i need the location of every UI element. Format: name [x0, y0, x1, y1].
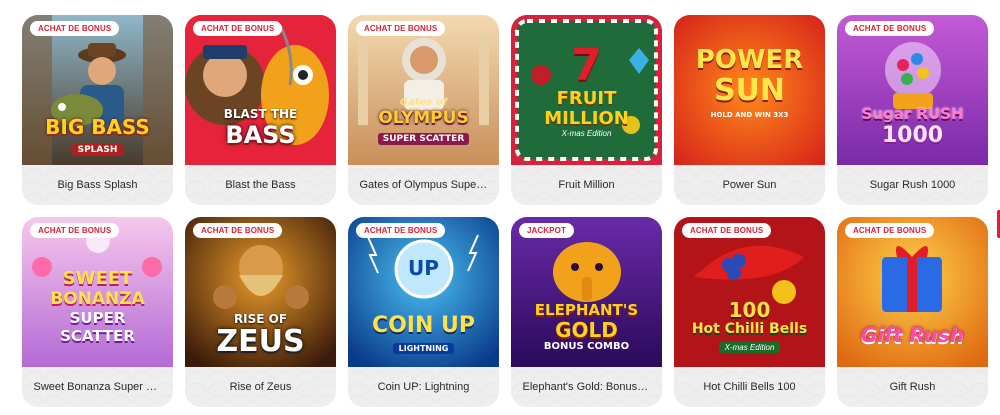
game-title[interactable]: Sugar Rush 1000	[837, 165, 988, 205]
game-title[interactable]: Gift Rush	[837, 367, 988, 407]
bonus-badge: ACHAT DE BONUS	[193, 223, 283, 238]
game-logo: ELEPHANT'S GOLD BONUS COMBO	[534, 301, 639, 352]
game-title[interactable]: Rise of Zeus	[185, 367, 336, 407]
bonus-badge: ACHAT DE BONUS	[682, 223, 772, 238]
game-logo: 100 Hot Chilli Bells X-mas Edition	[691, 298, 808, 353]
game-card-coin-up-lightning[interactable]: ACHAT DE BONUS UP COIN UP LIGHTNING Coin…	[348, 217, 499, 407]
game-logo: RISE OF ZEUS	[216, 312, 305, 359]
game-logo: Gift Rush	[860, 323, 965, 347]
game-logo: BLAST THE BASS	[223, 107, 298, 149]
bonus-badge: ACHAT DE BONUS	[845, 223, 935, 238]
game-card-gift-rush[interactable]: ACHAT DE BONUS Gift Rush Gift Rush	[837, 217, 988, 407]
game-title[interactable]: Fruit Million	[511, 165, 662, 205]
game-logo: SWEET BONANZA SUPER SCATTER	[50, 268, 145, 346]
game-card-gates-of-olympus-super-scatter[interactable]: ACHAT DE BONUS Gates of OLYMPUS SUPER SC…	[348, 15, 499, 205]
bonus-badge: ACHAT DE BONUS	[30, 21, 120, 36]
game-card-power-sun[interactable]: POWER SUN HOLD AND WIN 3X3 Power Sun	[674, 15, 825, 205]
game-title[interactable]: Hot Chilli Bells 100	[674, 367, 825, 407]
game-title[interactable]: Sweet Bonanza Super Scatter	[22, 367, 173, 407]
jackpot-badge: JACKPOT	[519, 223, 574, 238]
game-card-sugar-rush-1000[interactable]: ACHAT DE BONUS Sugar RUSH 1000 Sugar Rus…	[837, 15, 988, 205]
game-card-rise-of-zeus[interactable]: ACHAT DE BONUS RISE OF ZEUS Rise of Zeus	[185, 217, 336, 407]
bonus-badge: ACHAT DE BONUS	[845, 21, 935, 36]
game-logo: 7 FRUIT MILLION X-mas Edition	[544, 40, 629, 139]
game-title[interactable]: Blast the Bass	[185, 165, 336, 205]
game-logo: BIG BASS SPLASH	[45, 115, 150, 156]
game-card-blast-the-bass[interactable]: ACHAT DE BONUS BLAST THE BASS Blast the …	[185, 15, 336, 205]
game-title[interactable]: Coin UP: Lightning	[348, 367, 499, 407]
game-title[interactable]: Elephant's Gold: Bonus Combo	[511, 367, 662, 407]
game-card-big-bass-splash[interactable]: ACHAT DE BONUS BIG BASS SPLASH Big Bass …	[22, 15, 173, 205]
game-grid: ACHAT DE BONUS BIG BASS SPLASH Big Bass …	[22, 15, 988, 407]
game-card-sweet-bonanza-super-scatter[interactable]: ACHAT DE BONUS SWEET BONANZA SUPER SCATT…	[22, 217, 173, 407]
game-card-hot-chilli-bells-100[interactable]: ACHAT DE BONUS 100 Hot Chilli Bells X-ma…	[674, 217, 825, 407]
game-title[interactable]: Big Bass Splash	[22, 165, 173, 205]
game-logo: Gates of OLYMPUS SUPER SCATTER	[377, 97, 470, 145]
game-logo: POWER SUN HOLD AND WIN 3X3	[695, 45, 804, 119]
game-card-elephants-gold-bonus-combo[interactable]: JACKPOT ELEPHANT'S GOLD BONUS COMBO Elep…	[511, 217, 662, 407]
game-logo: Sugar RUSH 1000	[861, 105, 964, 148]
game-card-fruit-million[interactable]: 7 FRUIT MILLION X-mas Edition Fruit Mill…	[511, 15, 662, 205]
bonus-badge: ACHAT DE BONUS	[30, 223, 120, 238]
game-title[interactable]: Power Sun	[674, 165, 825, 205]
bonus-badge: ACHAT DE BONUS	[193, 21, 283, 36]
game-title[interactable]: Gates of Olympus Super Scatter	[348, 165, 499, 205]
bonus-badge: ACHAT DE BONUS	[356, 223, 446, 238]
game-logo: UP COIN UP LIGHTNING	[371, 256, 476, 354]
bonus-badge: ACHAT DE BONUS	[356, 21, 446, 36]
